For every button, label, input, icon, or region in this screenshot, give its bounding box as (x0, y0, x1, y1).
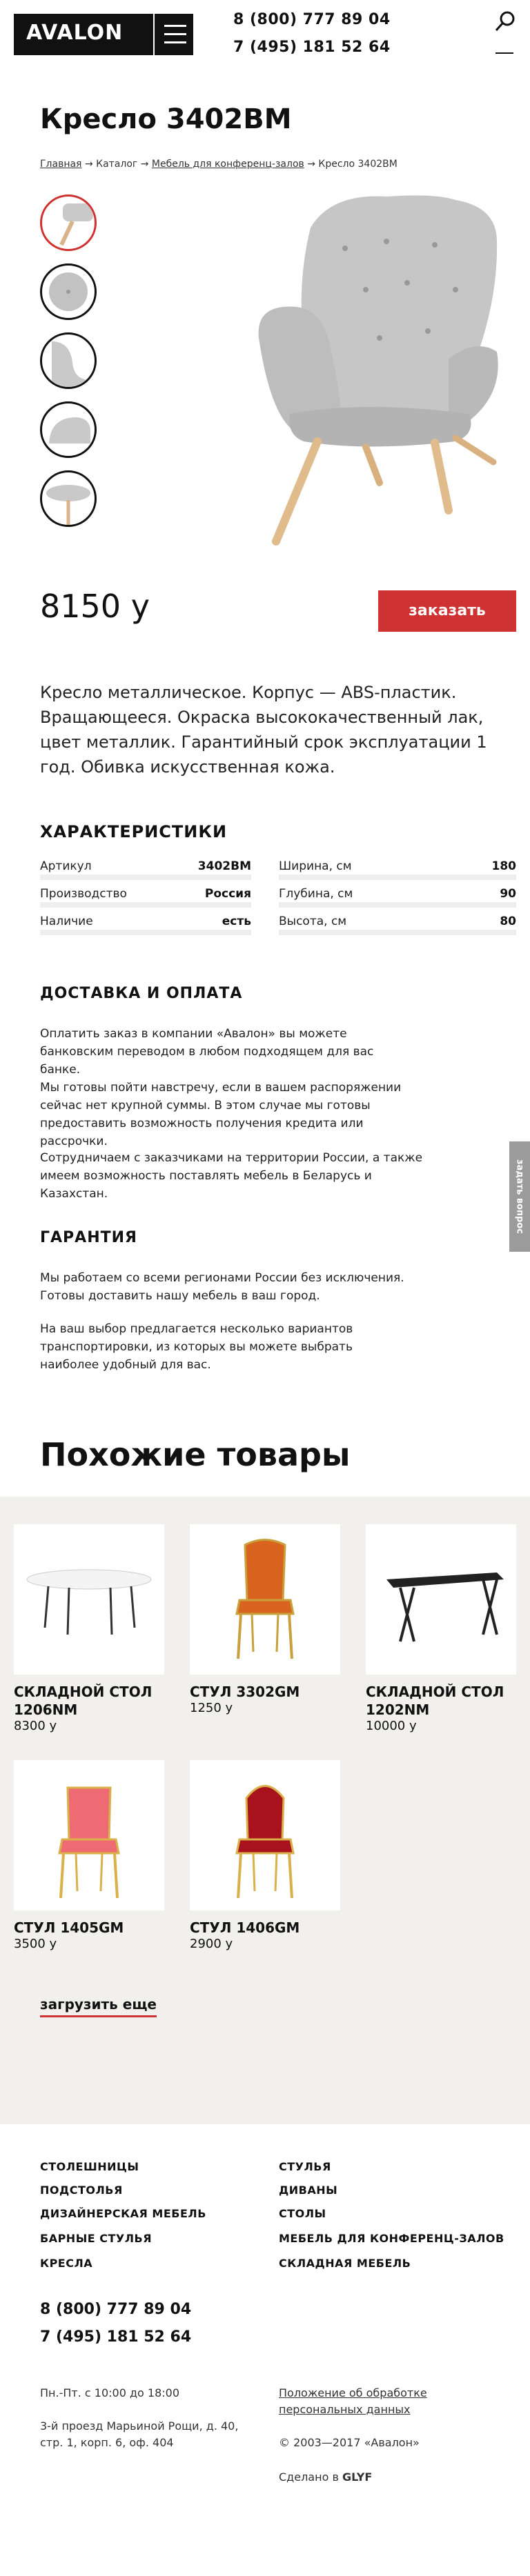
footer-link[interactable]: СТОЛЕШНИЦЫ (40, 2160, 139, 2173)
card-image (366, 1524, 516, 1675)
spec-row: Глубина, см 90 (279, 887, 516, 908)
product-card[interactable]: СТУЛ 1406GM 2900 у (190, 1760, 340, 1951)
load-more-button[interactable]: загрузить еще (40, 1996, 157, 2017)
logo[interactable]: AVALON (14, 14, 193, 55)
order-button[interactable]: заказать (378, 590, 516, 632)
card-price: 2900 у (190, 1937, 233, 1951)
card-price: 1250 у (190, 1701, 233, 1715)
header-phone-1[interactable]: 8 (800) 777 89 04 (233, 11, 391, 28)
breadcrumb-current: Кресло 3402BM (318, 159, 398, 170)
product-card[interactable]: СТУЛ 3302GM 1250 у (190, 1524, 340, 1715)
thumbnail-3[interactable] (40, 332, 97, 389)
search-icon[interactable] (494, 10, 518, 33)
card-image (14, 1760, 164, 1910)
page-title: Кресло 3402BM (40, 103, 292, 135)
card-name: СКЛАДНОЙ СТОЛ 1202NM (366, 1684, 504, 1718)
card-name: СТУЛ 3302GM (190, 1684, 300, 1700)
delivery-paragraph-3: Сотрудничаем с заказчиками на территории… (40, 1151, 423, 1201)
product-image (258, 195, 498, 546)
warranty-title: ГАРАНТИЯ (40, 1229, 137, 1246)
card-image (14, 1524, 164, 1675)
arrow-right-icon: → (84, 159, 93, 170)
price: 8150 у (40, 588, 150, 625)
thumbnail-1[interactable] (40, 194, 97, 251)
card-image (190, 1760, 340, 1910)
warranty-paragraph-1: Мы работаем со всеми регионами России бе… (40, 1271, 404, 1303)
arrow-right-icon: → (140, 159, 149, 170)
spec-row: Высота, см 80 (279, 915, 516, 935)
made-by: Сделано в GLYF (279, 2470, 373, 2484)
footer-link[interactable]: СТУЛЬЯ (279, 2160, 331, 2173)
footer-link[interactable]: МЕБЕЛЬ ДЛЯ КОНФЕРЕНЦ-ЗАЛОВ (279, 2232, 504, 2245)
ask-question-tab[interactable]: задать вопрос (509, 1141, 530, 1252)
specs-title: ХАРАКТЕРИСТИКИ (40, 822, 228, 841)
copyright: © 2003—2017 «Авалон» (279, 2436, 420, 2449)
footer-link[interactable]: ДИЗАЙНЕРСКАЯ МЕБЕЛЬ (40, 2207, 206, 2220)
footer-link[interactable]: БАРНЫЕ СТУЛЬЯ (40, 2232, 152, 2245)
footer-phone-1[interactable]: 8 (800) 777 89 04 (40, 2301, 191, 2318)
breadcrumb-home[interactable]: Главная (40, 159, 81, 170)
thumbnail-2[interactable] (40, 263, 97, 320)
card-image (190, 1524, 340, 1675)
card-name: СТУЛ 1406GM (190, 1919, 300, 1936)
card-name: СКЛАДНОЙ СТОЛ 1206NM (14, 1684, 153, 1718)
delivery-paragraph-2: Мы готовы пойти навстречу, если в вашем … (40, 1081, 402, 1148)
menu-icon[interactable] (164, 25, 186, 44)
thumbnail-5[interactable] (40, 470, 97, 527)
header-phone-2[interactable]: 7 (495) 181 52 64 (233, 39, 391, 56)
working-hours: Пн.-Пт. с 10:00 до 18:00 (40, 2386, 179, 2399)
product-card[interactable]: СКЛАДНОЙ СТОЛ 1202NM 10000 у (366, 1524, 516, 1733)
logo-divider (153, 14, 155, 55)
privacy-link[interactable]: Положение об обработке персональных данн… (279, 2385, 444, 2418)
footer-link[interactable]: ДИВАНЫ (279, 2184, 337, 2197)
logo-text: AVALON (26, 21, 124, 45)
card-price: 10000 у (366, 1719, 417, 1733)
footer-link[interactable]: СКЛАДНАЯ МЕБЕЛЬ (279, 2257, 411, 2270)
card-name: СТУЛ 1405GM (14, 1919, 124, 1936)
card-price: 8300 у (14, 1719, 57, 1733)
arrow-right-icon: → (307, 159, 315, 170)
footer-link[interactable]: СТОЛЫ (279, 2207, 326, 2220)
product-card[interactable]: СТУЛ 1405GM 3500 у (14, 1760, 164, 1951)
delivery-paragraph-1: Оплатить заказ в компании «Авалон» вы мо… (40, 1027, 374, 1077)
footer-link[interactable]: КРЕСЛА (40, 2257, 92, 2270)
warranty-paragraph-2: На ваш выбор предлагается несколько вари… (40, 1322, 353, 1372)
thumbnail-4[interactable] (40, 401, 97, 458)
spec-row: Наличие есть (40, 915, 251, 935)
address: 3-й проезд Марьиной Рощи, д. 40, стр. 1,… (40, 2419, 239, 2449)
footer-link[interactable]: ПОДСТОЛЬЯ (40, 2184, 123, 2197)
spec-row: Производство Россия (40, 887, 251, 908)
spec-row: Артикул 3402BM (40, 859, 251, 880)
breadcrumb-catalog[interactable]: Каталог (96, 159, 137, 170)
delivery-title: ДОСТАВКА И ОПЛАТА (40, 985, 243, 1002)
close-line[interactable] (495, 52, 513, 54)
made-by-brand[interactable]: GLYF (342, 2470, 372, 2484)
card-price: 3500 у (14, 1937, 57, 1951)
breadcrumb-category[interactable]: Мебель для конференц-залов (152, 159, 304, 170)
footer-phone-2[interactable]: 7 (495) 181 52 64 (40, 2328, 191, 2346)
breadcrumb: Главная → Каталог → Мебель для конференц… (40, 159, 398, 170)
similar-title: Похожие товары (40, 1436, 351, 1473)
product-description: Кресло металлическое. Корпус — ABS-пласт… (40, 683, 487, 777)
spec-row: Ширина, см 180 (279, 859, 516, 880)
product-card[interactable]: СКЛАДНОЙ СТОЛ 1206NM 8300 у (14, 1524, 164, 1733)
